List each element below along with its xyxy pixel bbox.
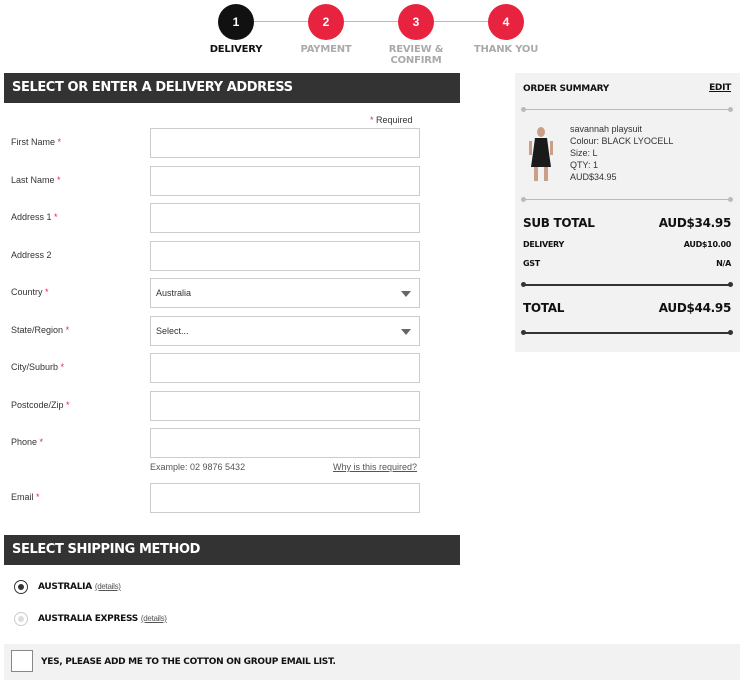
order-summary-title: ORDER SUMMARY <box>523 84 609 94</box>
email-optin-label: YES, PLEASE ADD ME TO THE COTTON ON GROU… <box>41 657 336 667</box>
postcode-label: Postcode/Zip * <box>11 400 70 410</box>
city-label: City/Suburb * <box>11 362 65 372</box>
phone-row: Phone * <box>0 428 460 458</box>
step-4-label: THANK YOU <box>473 44 539 55</box>
state-value: Select... <box>156 326 189 336</box>
email-label: Email * <box>11 492 40 502</box>
divider <box>521 107 733 112</box>
address2-row: Address 2 <box>0 241 460 271</box>
email-optin-checkbox[interactable] <box>11 650 33 672</box>
chevron-down-icon <box>401 329 411 335</box>
step-1-label: DELIVERY <box>209 44 263 55</box>
step-3-label: REVIEW & CONFIRM <box>388 44 444 66</box>
step-3-circle: 3 <box>398 4 434 40</box>
product-thumbnail[interactable] <box>525 125 557 183</box>
state-select[interactable]: Select... <box>150 316 420 346</box>
total-label: TOTAL <box>523 301 565 315</box>
gst-value: N/A <box>716 259 731 268</box>
step-payment[interactable]: 2 PAYMENT <box>281 4 371 55</box>
country-select[interactable]: Australia <box>150 278 420 308</box>
chevron-down-icon <box>401 291 411 297</box>
radio-australia-express[interactable] <box>14 612 28 626</box>
required-note-text: Required <box>376 115 413 125</box>
email-row: Email * <box>0 483 460 513</box>
address2-field[interactable] <box>150 241 420 271</box>
subtotal-value: AUD$34.95 <box>658 216 732 230</box>
country-value: Australia <box>156 288 192 298</box>
subtotal-label: SUB TOTAL <box>523 216 595 230</box>
delivery-label: DELIVERY <box>523 240 564 249</box>
city-row: City/Suburb * <box>0 353 460 383</box>
product-name[interactable]: savannah playsuit <box>570 123 673 135</box>
phone-label: Phone * <box>11 437 44 447</box>
checkout-progress: 1 DELIVERY 2 PAYMENT 3 REVIEW & CONFIRM … <box>0 0 747 66</box>
step-review-confirm[interactable]: 3 REVIEW & CONFIRM <box>371 4 461 66</box>
why-required-link[interactable]: Why is this required? <box>333 462 417 472</box>
delivery-address-heading: SELECT OR ENTER A DELIVERY ADDRESS <box>4 73 460 103</box>
shipping-method-heading: SELECT SHIPPING METHOD <box>4 535 460 565</box>
express-details-link[interactable]: (details) <box>141 614 167 623</box>
required-note: * Required <box>370 115 413 125</box>
step-4-circle: 4 <box>488 4 524 40</box>
first-name-row: First Name * <box>0 128 460 158</box>
product-qty: QTY: 1 <box>570 160 599 170</box>
divider <box>521 282 733 287</box>
australia-details-link[interactable]: (details) <box>95 582 121 591</box>
step-2-label: PAYMENT <box>300 44 352 55</box>
address1-row: Address 1 * <box>0 203 460 233</box>
first-name-label: First Name * <box>11 137 62 147</box>
email-optin-row: YES, PLEASE ADD ME TO THE COTTON ON GROU… <box>4 644 740 680</box>
postcode-row: Postcode/Zip * <box>0 391 460 421</box>
address2-label: Address 2 <box>11 250 52 260</box>
last-name-field[interactable] <box>150 166 420 196</box>
state-label: State/Region * <box>11 325 70 335</box>
phone-field[interactable] <box>150 428 420 458</box>
shipping-express-label: AUSTRALIA EXPRESS (details) <box>38 614 167 624</box>
radio-australia[interactable] <box>14 580 28 594</box>
step-1-circle: 1 <box>218 4 254 40</box>
phone-example-hint: Example: 02 9876 5432 <box>150 462 246 472</box>
delivery-value: AUD$10.00 <box>683 240 732 249</box>
country-row: Country * Australia <box>0 278 460 308</box>
city-field[interactable] <box>150 353 420 383</box>
product-price: AUD$34.95 <box>570 172 617 182</box>
email-field[interactable] <box>150 483 420 513</box>
total-value: AUD$44.95 <box>658 301 732 315</box>
postcode-field[interactable] <box>150 391 420 421</box>
edit-link[interactable]: EDIT <box>709 83 731 93</box>
step-2-circle: 2 <box>308 4 344 40</box>
address1-label: Address 1 * <box>11 212 58 222</box>
product-colour: Colour: BLACK LYOCELL <box>570 136 674 146</box>
shipping-australia-label: AUSTRALIA (details) <box>38 582 121 592</box>
last-name-row: Last Name * <box>0 166 460 196</box>
address1-field[interactable] <box>150 203 420 233</box>
state-row: State/Region * Select... <box>0 316 460 346</box>
divider <box>521 330 733 335</box>
order-summary: ORDER SUMMARY EDIT savannah playsuit Col… <box>515 73 740 352</box>
product-size: Size: L <box>570 148 598 158</box>
step-delivery[interactable]: 1 DELIVERY <box>191 4 281 55</box>
step-thank-you[interactable]: 4 THANK YOU <box>461 4 551 55</box>
last-name-label: Last Name * <box>11 175 61 185</box>
country-label: Country * <box>11 287 49 297</box>
divider <box>521 197 733 202</box>
first-name-field[interactable] <box>150 128 420 158</box>
product-details: savannah playsuit Colour: BLACK LYOCELL … <box>570 123 673 183</box>
gst-label: GST <box>523 259 540 268</box>
